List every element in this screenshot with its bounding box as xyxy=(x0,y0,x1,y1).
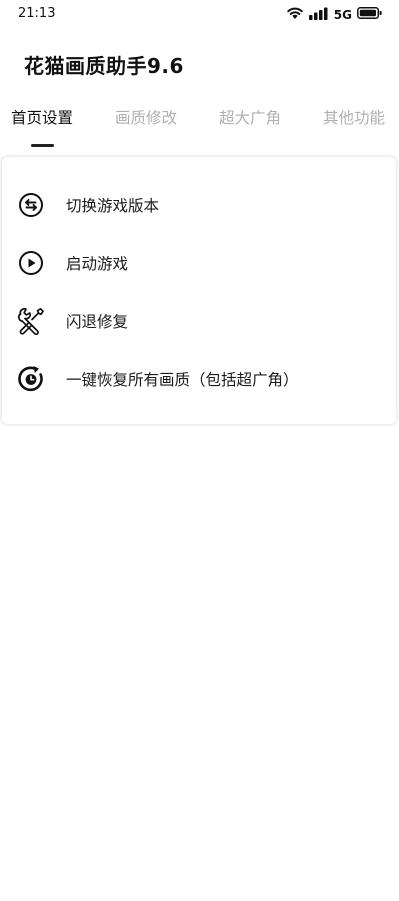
tab-home-settings[interactable]: 首页设置 xyxy=(11,106,73,128)
restore-all-quality-item[interactable]: 一键恢复所有画质（包括超广角） xyxy=(2,354,396,404)
network-type: 5G xyxy=(333,7,352,22)
tab-bar: 首页设置 画质修改 超大广角 其他功能 xyxy=(0,106,399,148)
active-tab-indicator xyxy=(31,144,54,147)
crash-fix-item[interactable]: 闪退修复 xyxy=(2,296,396,346)
tab-wide-angle[interactable]: 超大广角 xyxy=(219,106,281,128)
app-title: 花猫画质助手9.6 xyxy=(24,54,184,78)
launch-game-item[interactable]: 启动游戏 xyxy=(2,238,396,288)
wifi-icon xyxy=(286,5,304,24)
menu-item-label: 启动游戏 xyxy=(66,255,129,273)
status-icons: 5G xyxy=(286,5,383,24)
tab-quality-modify[interactable]: 画质修改 xyxy=(115,106,177,128)
restore-icon xyxy=(16,364,46,394)
battery-icon xyxy=(357,5,383,24)
tools-icon xyxy=(16,306,46,336)
menu-item-label: 切换游戏版本 xyxy=(66,197,160,215)
menu-item-label: 一键恢复所有画质（包括超广角） xyxy=(66,371,299,389)
status-bar: 21:13 5G xyxy=(0,0,399,28)
tab-other-functions[interactable]: 其他功能 xyxy=(323,106,385,128)
menu-item-label: 闪退修复 xyxy=(66,313,129,331)
signal-icon xyxy=(308,5,331,24)
play-icon xyxy=(16,248,46,278)
switch-icon xyxy=(16,190,46,220)
menu-card: 切换游戏版本 启动游戏 闪退修复 一键恢复所有画质（包括超广角） xyxy=(2,157,396,424)
status-time: 21:13 xyxy=(18,6,56,21)
switch-game-version-item[interactable]: 切换游戏版本 xyxy=(2,180,396,230)
